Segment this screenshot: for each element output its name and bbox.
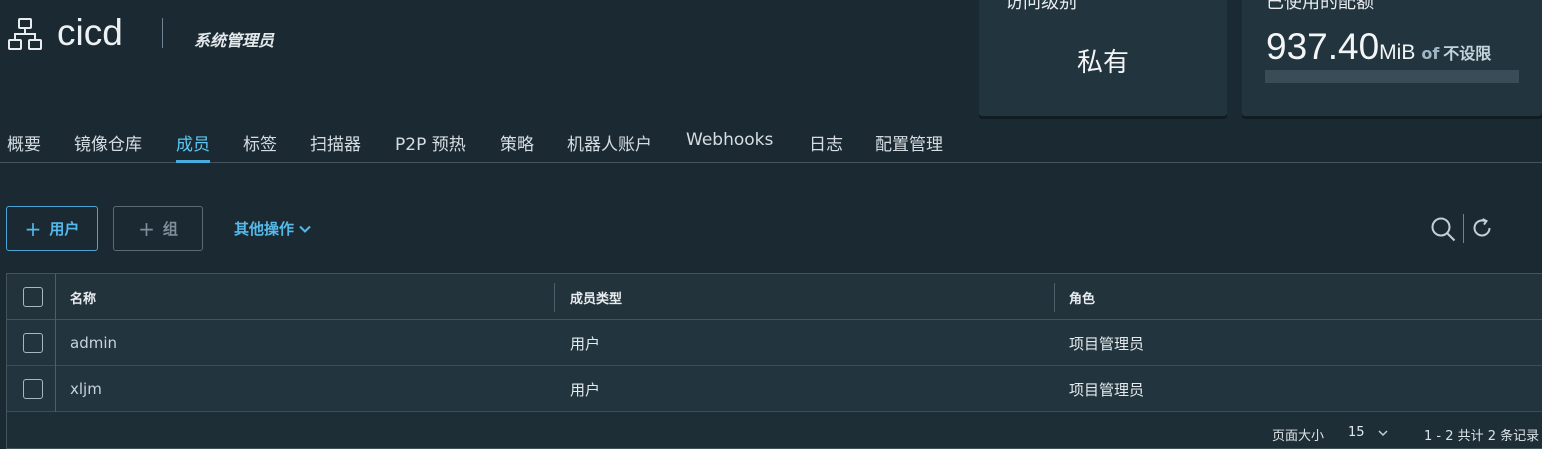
plus-icon: +	[24, 216, 42, 241]
add-user-label: 用户	[49, 220, 80, 238]
table-footer: 页面大小 15 1 - 2 共计 2 条记录	[7, 411, 1542, 449]
record-count: 1 - 2 共计 2 条记录	[1424, 429, 1540, 444]
column-separator	[55, 366, 56, 412]
tab-members[interactable]: 成员	[176, 130, 210, 163]
member-name: xljm	[70, 380, 102, 398]
refresh-icon[interactable]	[1470, 216, 1494, 240]
project-role-label: 系统管理员	[194, 31, 275, 50]
quota-of-label: of	[1421, 44, 1440, 63]
column-resize-handle[interactable]	[1054, 283, 1055, 312]
project-members-page: cicd 系统管理员 访问级别 私有 已使用的配额 937.40MiB of 不设限…	[0, 0, 1542, 449]
quota-progress-bar	[1265, 70, 1519, 83]
project-hierarchy-icon	[8, 18, 42, 50]
row-checkbox[interactable]	[23, 379, 43, 399]
add-user-button[interactable]: + 用户	[6, 206, 98, 251]
member-role: 项目管理员	[1069, 380, 1145, 399]
tab-summary[interactable]: 概要	[7, 130, 41, 163]
toolbar-divider	[1463, 214, 1464, 243]
page-size-value: 15	[1348, 425, 1365, 440]
select-all-checkbox[interactable]	[23, 287, 43, 307]
table-row[interactable]: admin 用户 项目管理员	[7, 320, 1542, 366]
tab-policy[interactable]: 策略	[500, 130, 534, 163]
access-level-title: 访问级别	[1005, 0, 1077, 13]
column-header-role[interactable]: 角色	[1069, 274, 1095, 320]
tab-repositories[interactable]: 镜像仓库	[74, 130, 142, 163]
project-name: cicd	[57, 12, 123, 53]
add-group-button[interactable]: + 组	[113, 206, 203, 251]
table-row[interactable]: xljm 用户 项目管理员	[7, 366, 1542, 412]
tab-labels[interactable]: 标签	[243, 130, 277, 163]
title-divider	[162, 18, 163, 48]
page-size-select[interactable]: 15	[1348, 425, 1389, 440]
member-type: 用户	[570, 380, 601, 399]
column-separator	[55, 274, 56, 320]
member-role: 项目管理员	[1069, 334, 1145, 353]
add-group-label: 组	[162, 220, 178, 238]
column-header-name[interactable]: 名称	[70, 274, 96, 320]
table-header: 名称 成员类型 角色	[7, 274, 1542, 320]
tab-p2p-preheat[interactable]: P2P 预热	[395, 130, 466, 163]
column-header-member-type[interactable]: 成员类型	[570, 274, 622, 320]
chevron-down-icon	[1378, 429, 1388, 436]
tab-scanner[interactable]: 扫描器	[310, 130, 361, 163]
more-actions-label: 其他操作	[234, 220, 295, 238]
member-type: 用户	[570, 334, 601, 353]
tab-configuration[interactable]: 配置管理	[875, 130, 943, 163]
page-size-label: 页面大小	[1272, 429, 1325, 444]
quota-limit: 不设限	[1443, 44, 1492, 63]
chevron-down-icon	[299, 225, 311, 233]
member-name: admin	[70, 334, 117, 352]
row-checkbox[interactable]	[23, 333, 43, 353]
access-level-value: 私有	[1076, 48, 1129, 78]
tab-webhooks[interactable]: Webhooks	[686, 130, 773, 163]
more-actions-dropdown[interactable]: 其他操作	[234, 218, 312, 239]
quota-used-number: 937.40	[1266, 26, 1380, 67]
project-tabs: 概要 镜像仓库 成员 标签 扫描器 P2P 预热 策略 机器人账户 Webhoo…	[0, 124, 1542, 163]
quota-used: 937.40MiB of 不设限	[1266, 26, 1491, 68]
column-resize-handle[interactable]	[554, 283, 555, 312]
plus-icon: +	[138, 216, 155, 241]
search-icon[interactable]	[1430, 216, 1456, 242]
members-table: 名称 成员类型 角色 admin 用户 项目管理员 xljm 用户 项目管理员 …	[6, 273, 1542, 449]
quota-card: 已使用的配额 937.40MiB of 不设限	[1242, 0, 1542, 116]
tab-logs[interactable]: 日志	[809, 130, 843, 163]
access-level-card: 访问级别 私有	[979, 0, 1227, 116]
quota-title: 已使用的配额	[1266, 0, 1374, 13]
column-separator	[55, 320, 56, 366]
tab-robot-accounts[interactable]: 机器人账户	[567, 130, 652, 163]
quota-used-unit: MiB	[1379, 41, 1416, 64]
